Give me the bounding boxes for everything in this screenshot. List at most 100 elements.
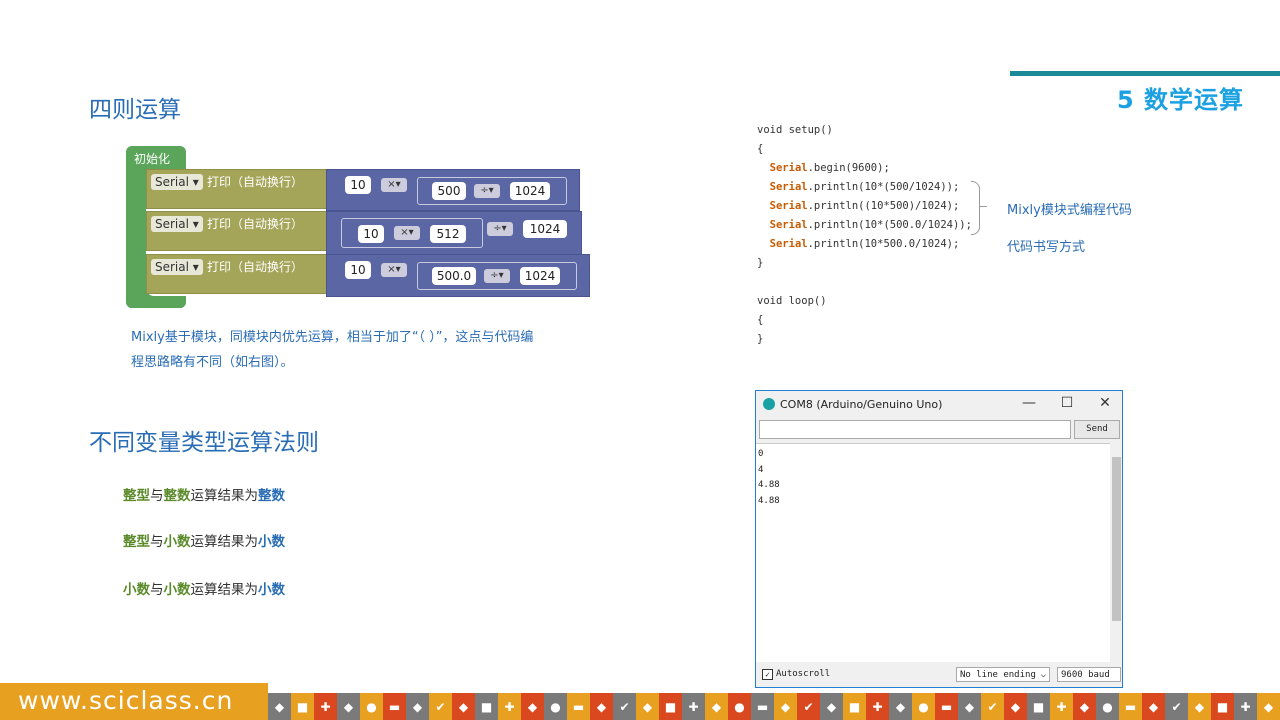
pattern-tile: ✚ [314, 693, 337, 720]
serial-print-block[interactable]: Serial ▾ 打印（自动换行） [146, 254, 328, 294]
init-block-label: 初始化 [134, 152, 171, 166]
pattern-tile: ✚ [682, 693, 705, 720]
math-block[interactable]: 10 ×▾ 512 ÷▾ 1024 [326, 211, 582, 255]
footer-url[interactable]: www.sciclass.cn [18, 686, 233, 715]
send-button[interactable]: Send [1074, 420, 1120, 439]
rule-item: 整型与整数运算结果为整数 [123, 488, 285, 504]
output-line: 4.88 [758, 495, 780, 506]
serial-dropdown[interactable]: Serial ▾ [151, 259, 203, 275]
pattern-tile: ◆ [705, 693, 728, 720]
code-loop-signature: void loop() [757, 295, 827, 307]
code-line: Serial.println(10*(500.0/1024)); [769, 219, 972, 231]
code-line: Serial.println(10*500.0/1024); [769, 238, 960, 250]
pattern-tile: ▬ [751, 693, 774, 720]
serial-dropdown[interactable]: Serial ▾ [151, 174, 203, 190]
code-setup-signature: void setup() [757, 124, 833, 136]
output-line: 0 [758, 449, 764, 459]
pattern-tile: ■ [1211, 693, 1234, 720]
pattern-tile: ◆ [820, 693, 843, 720]
number-field[interactable]: 1024 [510, 182, 550, 200]
print-label: 打印（自动换行） [207, 175, 304, 189]
pattern-tile: ◆ [1188, 693, 1211, 720]
close-icon[interactable]: ✕ [1090, 395, 1120, 411]
pattern-tile: ✔ [613, 693, 636, 720]
operator-dropdown[interactable]: ×▾ [381, 263, 407, 277]
number-field[interactable]: 10 [345, 176, 371, 194]
scrollbar-thumb[interactable] [1112, 457, 1121, 621]
pattern-tile: ● [544, 693, 567, 720]
inner-math-block[interactable]: 10 ×▾ 512 [341, 218, 483, 248]
number-field[interactable]: 10 [358, 225, 384, 243]
maximize-icon[interactable]: ☐ [1052, 395, 1082, 411]
send-input[interactable] [759, 420, 1071, 439]
pattern-tile: ✔ [429, 693, 452, 720]
arduino-icon [763, 398, 775, 410]
slide-title: 5 数学运算 [1116, 86, 1244, 114]
pattern-tile: ✔ [797, 693, 820, 720]
pattern-tile: ✚ [1050, 693, 1073, 720]
minimize-icon[interactable]: — [1014, 395, 1044, 411]
rule-item: 整型与小数运算结果为小数 [123, 534, 285, 550]
autoscroll-label: Autoscroll [776, 669, 831, 679]
serial-print-block[interactable]: Serial ▾ 打印（自动换行） [146, 169, 328, 209]
pattern-tile: ● [1096, 693, 1119, 720]
pattern-tile: ◆ [1004, 693, 1027, 720]
pattern-tile: ■ [1027, 693, 1050, 720]
pattern-tile: ● [728, 693, 751, 720]
bracket-mark [971, 181, 980, 235]
code-brace: { [757, 143, 764, 155]
operator-dropdown[interactable]: ×▾ [394, 226, 420, 240]
math-block[interactable]: 10 ×▾ 500 ÷▾ 1024 [326, 169, 580, 211]
pattern-tile: ✚ [866, 693, 889, 720]
pattern-tile: ◆ [268, 693, 291, 720]
note-mixly: Mixly模块式编程代码 [1007, 203, 1132, 218]
inner-math-block[interactable]: 500.0 ÷▾ 1024 [417, 262, 577, 290]
serial-print-block[interactable]: Serial ▾ 打印（自动换行） [146, 211, 328, 251]
section-heading-types: 不同变量类型运算法则 [89, 430, 319, 456]
description-line-2: 程思路略有不同（如右图）。 [131, 355, 294, 370]
monitor-footer: ✓ Autoscroll No line ending ⌵ 9600 baud [756, 664, 1122, 686]
baud-select[interactable]: 9600 baud [1057, 667, 1121, 682]
code-line: Serial.begin(9600); [769, 162, 890, 174]
number-field[interactable]: 1024 [520, 267, 560, 285]
init-block-foot [126, 296, 186, 308]
number-field[interactable]: 1024 [523, 220, 567, 238]
number-field[interactable]: 500 [432, 182, 466, 200]
pattern-tile: ■ [291, 693, 314, 720]
note-code: 代码书写方式 [1007, 240, 1086, 255]
pattern-tile: ● [912, 693, 935, 720]
pattern-tile: ◆ [1073, 693, 1096, 720]
operator-dropdown[interactable]: ×▾ [381, 178, 407, 192]
number-field[interactable]: 512 [430, 225, 466, 243]
line-ending-select[interactable]: No line ending ⌵ [956, 667, 1050, 682]
serial-dropdown[interactable]: Serial ▾ [151, 216, 203, 232]
operator-dropdown[interactable]: ÷▾ [474, 184, 500, 198]
pattern-tile: ■ [475, 693, 498, 720]
pattern-tile: ▬ [1119, 693, 1142, 720]
section-heading-arithmetic: 四则运算 [89, 97, 181, 123]
inner-math-block[interactable]: 500 ÷▾ 1024 [417, 177, 567, 205]
operator-dropdown[interactable]: ÷▾ [487, 222, 513, 236]
pattern-tile: ✔ [981, 693, 1004, 720]
pattern-tile: ▬ [935, 693, 958, 720]
pattern-tile: ■ [843, 693, 866, 720]
rule-item: 小数与小数运算结果为小数 [123, 582, 285, 598]
code-brace: } [757, 333, 764, 345]
operator-dropdown[interactable]: ÷▾ [484, 269, 510, 283]
pattern-tile: ◆ [590, 693, 613, 720]
math-block[interactable]: 10 ×▾ 500.0 ÷▾ 1024 [326, 254, 590, 297]
autoscroll-checkbox[interactable]: ✓ [762, 669, 773, 680]
pattern-tile: ■ [659, 693, 682, 720]
pattern-tile: ◆ [889, 693, 912, 720]
scrollbar[interactable] [1110, 443, 1122, 661]
number-field[interactable]: 10 [345, 261, 371, 279]
title-accent-bar [1010, 71, 1280, 76]
number-field[interactable]: 500.0 [432, 267, 476, 285]
pattern-tile: ◆ [636, 693, 659, 720]
pattern-tile: ◆ [774, 693, 797, 720]
output-area: 0 4 4.88 4.88 [756, 443, 1110, 662]
pattern-tile: ◆ [1257, 693, 1280, 720]
pattern-tile: ▬ [383, 693, 406, 720]
code-brace: } [757, 257, 764, 269]
pattern-tile: ◆ [406, 693, 429, 720]
